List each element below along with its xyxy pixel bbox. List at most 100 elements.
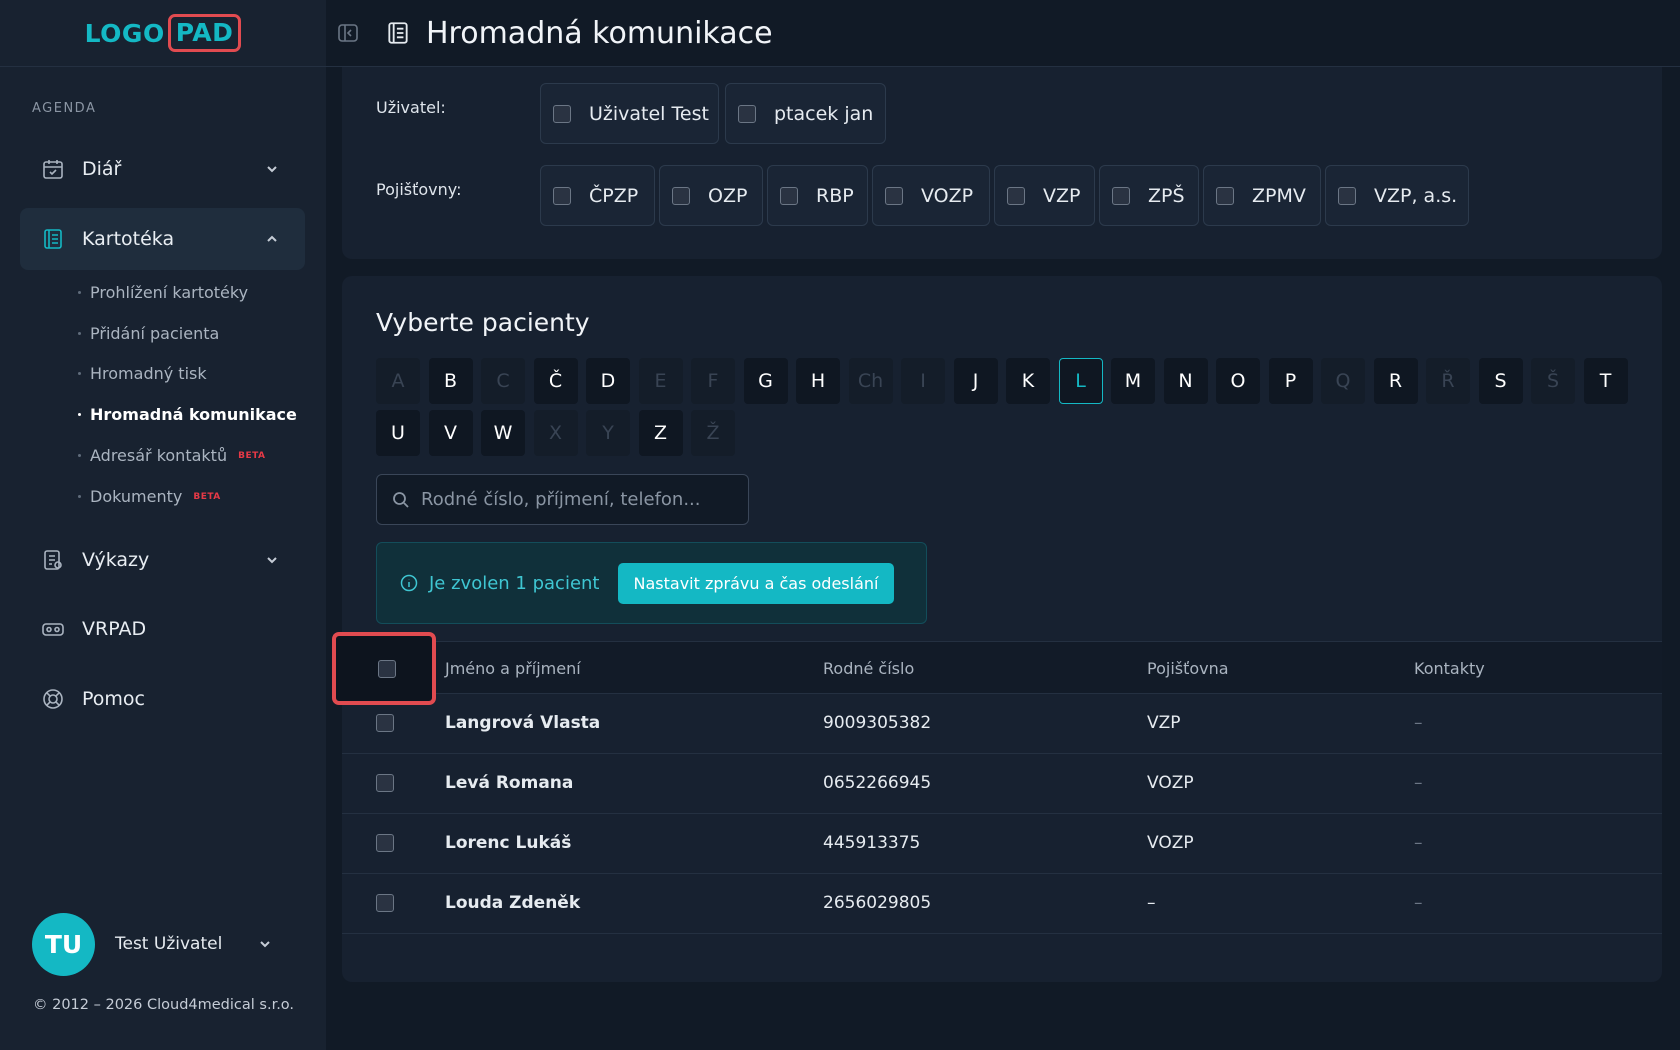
contacts: – [1414,773,1423,793]
checkbox[interactable] [1007,186,1025,205]
sub-item-dokumenty[interactable]: Dokumenty BETA [78,487,221,506]
letter-button[interactable]: Č [533,358,578,404]
row-checkbox[interactable] [376,714,394,732]
column-header[interactable]: Pojišťovna [1147,659,1229,678]
chip-label: Uživatel Test [589,102,709,125]
insurer-chip[interactable]: ZPŠ [1099,165,1199,226]
logo-area: LOGO PAD [0,0,326,67]
letter-button[interactable]: S [1478,358,1523,404]
sub-item-hromadny-tisk[interactable]: Hromadný tisk [78,364,207,383]
user-chip[interactable]: Uživatel Test [540,83,719,144]
letter-button[interactable]: U [376,410,420,456]
nav-vykazy[interactable]: Výkazy [20,529,305,591]
nav-label: VRPAD [82,618,147,640]
letter-button[interactable]: O [1216,358,1260,404]
checkbox[interactable] [553,104,571,123]
letter-button[interactable]: B [428,358,473,404]
insurer-chip[interactable]: VOZP [872,165,990,226]
letter-button-selected[interactable]: L [1058,358,1103,404]
checkbox[interactable] [553,186,571,205]
nav-diar[interactable]: Diář [20,138,305,200]
beta-badge: BETA [193,491,221,502]
letter-button[interactable]: W [481,410,525,456]
table-row[interactable]: Louda Zdeněk 2656029805 – – [342,874,1662,934]
insurers-filter-label: Pojišťovny: [376,180,462,199]
search-input[interactable] [421,489,741,510]
insurer: VZP [1147,713,1181,733]
avatar: TU [32,912,95,976]
checkbox[interactable] [1112,186,1130,205]
select-all-checkbox[interactable] [378,660,396,678]
selection-count-text: Je zvolen 1 pacient [429,572,600,594]
insurer: – [1147,893,1156,913]
checkbox[interactable] [672,186,690,205]
set-message-button[interactable]: Nastavit zprávu a čas odeslání [617,562,895,604]
chevron-down-icon [258,937,272,951]
checkbox[interactable] [1338,186,1356,205]
letter-button[interactable]: Z [638,410,683,456]
letter-button[interactable]: R [1373,358,1418,404]
chevron-down-icon [261,158,283,180]
column-header[interactable]: Rodné číslo [823,659,914,678]
contacts: – [1414,893,1423,913]
sub-item-label: Prohlížení kartotéky [90,283,249,302]
row-checkbox[interactable] [376,894,394,912]
letter-button: F [691,358,735,404]
contacts: – [1414,833,1423,853]
table-row[interactable]: Lorenc Lukáš 445913375 VOZP – [342,814,1662,874]
insurer-chip[interactable]: RBP [767,165,868,226]
sub-item-label: Přidání pacienta [90,324,220,343]
sub-item-pridani[interactable]: Přidání pacienta [78,324,219,343]
letter-button[interactable]: M [1111,358,1155,404]
nav-pomoc[interactable]: Pomoc [20,668,305,730]
letter-button[interactable]: D [586,358,630,404]
row-checkbox[interactable] [376,774,394,792]
insurer-chip[interactable]: OZP [659,165,763,226]
insurer: VOZP [1147,833,1194,853]
filters-card: Uživatel: Uživatel Test ptacek jan Pojiš… [342,67,1662,259]
user-filter-label: Uživatel: [376,98,446,117]
nav-label: Kartotéka [82,228,175,250]
letter-button[interactable]: T [1583,358,1628,404]
letter-button[interactable]: N [1163,358,1208,404]
checkbox[interactable] [738,104,756,123]
sub-item-prohlizeni[interactable]: Prohlížení kartotéky [78,283,248,302]
nav-vrpad[interactable]: VRPAD [20,598,305,660]
letter-button[interactable]: P [1268,358,1313,404]
letter-button[interactable]: G [743,358,788,404]
sub-item-hromadna-komunikace[interactable]: Hromadná komunikace [78,405,297,424]
letter-button: Š [1531,358,1575,404]
checkbox[interactable] [885,186,903,205]
insurer-chip[interactable]: VZP [994,165,1095,226]
section-title: Vyberte pacienty [376,308,590,337]
birth-number: 2656029805 [823,893,932,913]
insurer-chip[interactable]: VZP, a.s. [1325,165,1469,226]
nav-label: Pomoc [82,688,145,710]
letter-button[interactable]: K [1006,358,1050,404]
letter-button: E [638,358,683,404]
chip-label: RBP [816,184,854,207]
letter-button[interactable]: V [428,410,473,456]
sidebar-collapse-icon[interactable] [336,21,360,45]
sub-item-adresar[interactable]: Adresář kontaktů BETA [78,446,266,465]
search-icon [391,490,411,510]
table-row[interactable]: Levá Romana 0652266945 VOZP – [342,754,1662,814]
logo-text: LOGO [84,18,165,48]
user-name: Test Uživatel [115,934,223,954]
user-menu[interactable]: TU Test Uživatel [32,912,292,976]
letter-button[interactable]: H [796,358,840,404]
checkbox[interactable] [780,186,798,205]
column-header[interactable]: Jméno a příjmení [445,659,581,678]
insurer-chip[interactable]: ČPZP [540,165,655,226]
letter-button[interactable]: J [953,358,998,404]
contacts: – [1414,713,1423,733]
insurer-chip[interactable]: ZPMV [1203,165,1321,226]
table-row[interactable]: Langrová Vlasta 9009305382 VZP – [342,694,1662,754]
logo[interactable]: LOGO PAD [85,14,242,52]
user-chip[interactable]: ptacek jan [725,83,886,144]
checkbox[interactable] [1216,186,1234,205]
letter-button: X [533,410,578,456]
nav-kartoteka[interactable]: Kartotéka [20,208,305,270]
letter-button: Q [1321,358,1365,404]
row-checkbox[interactable] [376,834,394,852]
